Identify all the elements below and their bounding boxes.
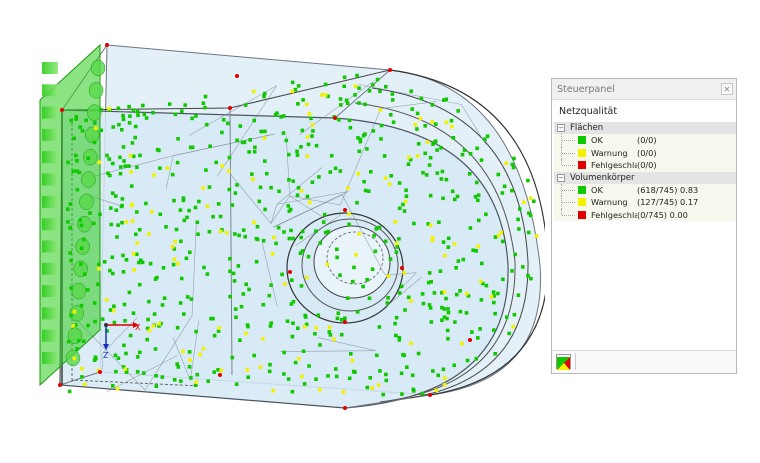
control-panel: Steuerpanel ✕ Netzqualität − Flächen OK …: [551, 78, 737, 374]
row-label: Warnung: [591, 147, 628, 158]
row-label: OK: [591, 135, 603, 146]
row-label: Fehlgeschlagen: [591, 209, 637, 220]
tree-row[interactable]: OK (618/745) 0.83: [554, 183, 736, 196]
group-label: Volumenkörper: [570, 172, 635, 183]
color-swatch: [578, 148, 586, 157]
color-swatch: [578, 161, 586, 170]
group-header-surfaces[interactable]: − Flächen: [554, 122, 736, 134]
row-value: (0/0): [637, 135, 657, 146]
panel-footer: [552, 350, 736, 373]
tree-row[interactable]: Fehlgeschlagen (0/0): [554, 159, 736, 172]
row-value: (0/0): [637, 147, 657, 158]
model-viewport[interactable]: X Z: [0, 0, 545, 463]
row-label: Fehlgeschlagen: [591, 160, 637, 171]
row-value: (0/0): [637, 160, 657, 171]
tree-row[interactable]: OK (0/0): [554, 134, 736, 147]
z-axis-label: Z: [103, 351, 109, 360]
row-value: (127/745) 0.17: [637, 197, 699, 208]
mesh-model[interactable]: X Z: [0, 0, 545, 463]
close-icon[interactable]: ✕: [721, 83, 733, 95]
color-swatch: [578, 185, 586, 194]
mesh-quality-icon[interactable]: [556, 354, 571, 370]
group-label: Flächen: [570, 123, 604, 133]
row-label: Warnung: [591, 197, 628, 208]
panel-subtitle: Netzqualität: [559, 106, 618, 117]
group-header-solids[interactable]: − Volumenkörper: [554, 171, 736, 184]
color-swatch: [578, 198, 586, 207]
color-swatch: [578, 210, 586, 219]
row-value: (618/745) 0.83: [637, 184, 699, 195]
tree-row[interactable]: Warnung (0/0): [554, 146, 736, 159]
footer-divider: [575, 353, 576, 370]
x-axis-label: X: [135, 323, 141, 332]
row-label: OK: [591, 184, 603, 195]
panel-title: Steuerpanel: [557, 83, 615, 95]
tree-row[interactable]: Fehlgeschlagen (0/745) 0.00: [554, 208, 736, 221]
panel-titlebar: Steuerpanel ✕: [552, 79, 736, 100]
tree-row[interactable]: Warnung (127/745) 0.17: [554, 196, 736, 209]
row-value: (0/745) 0.00: [637, 209, 688, 220]
collapse-icon[interactable]: −: [557, 173, 565, 182]
collapse-icon[interactable]: −: [557, 124, 565, 132]
color-swatch: [578, 136, 586, 145]
quality-tree: − Flächen OK (0/0) Warnung (0/0) Fehlges…: [554, 122, 736, 221]
